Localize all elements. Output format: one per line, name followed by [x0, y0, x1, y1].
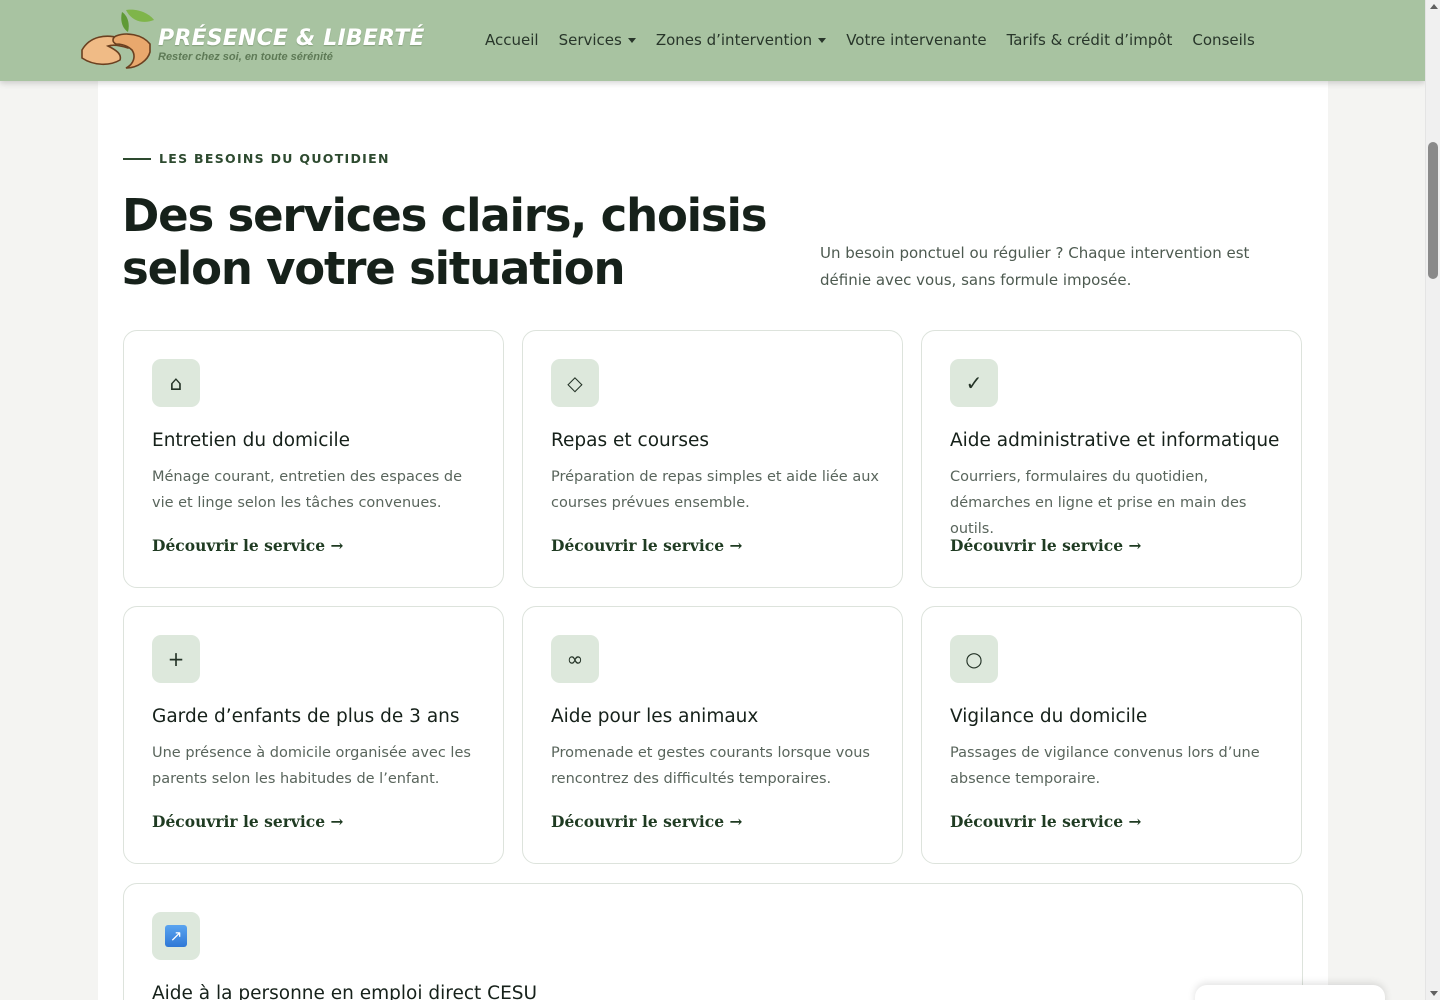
service-card-administrative[interactable]: ✓ Aide administrative et informatique Co…	[921, 330, 1302, 588]
infinity-icon: ∞	[551, 635, 599, 683]
card-description: Courriers, formulaires du quotidien, dém…	[950, 469, 1247, 537]
nav-tarifs[interactable]: Tarifs & crédit d’impôt	[1007, 31, 1173, 49]
nav-label: Votre intervenante	[846, 31, 987, 49]
circle-icon: ○	[950, 635, 998, 683]
service-card-garde-enfants[interactable]: + Garde d’enfants de plus de 3 ans Une p…	[123, 606, 504, 864]
eyebrow-divider	[123, 157, 151, 160]
service-card-animaux[interactable]: ∞ Aide pour les animaux Promenade et ges…	[522, 606, 903, 864]
plus-icon: +	[152, 635, 200, 683]
service-card-cesu[interactable]: ↗ Aide à la personne en emploi direct CE…	[123, 883, 1303, 1000]
diamond-icon: ◇	[551, 359, 599, 407]
discover-service-link[interactable]: Découvrir le service →	[152, 812, 343, 831]
nav-services[interactable]: Services	[559, 31, 636, 49]
card-description: Ménage courant, entretien des espaces de…	[152, 469, 463, 511]
card-description: Une présence à domicile organisée avec l…	[152, 745, 471, 787]
service-card-entretien[interactable]: ⌂ Entretien du domicile Ménage courant, …	[123, 330, 504, 588]
section-intro: Un besoin ponctuel ou régulier ? Chaque …	[820, 244, 1250, 289]
nav-label: Zones d’intervention	[655, 31, 813, 49]
chat-widget[interactable]	[1195, 985, 1385, 1000]
nav-accueil[interactable]: Accueil	[485, 31, 539, 49]
card-title: Aide administrative et informatique	[950, 430, 1280, 451]
card-title: Garde d’enfants de plus de 3 ans	[152, 706, 460, 727]
section-eyebrow: LES BESOINS DU QUOTIDIEN	[123, 151, 390, 166]
logo-title: PRÉSENCE & LIBERTÉ	[158, 26, 425, 51]
nav-zones-intervention[interactable]: Zones d’intervention	[655, 31, 827, 49]
check-icon: ✓	[950, 359, 998, 407]
card-description: Préparation de repas simples et aide lié…	[551, 469, 879, 511]
nav-votre-intervenante[interactable]: Votre intervenante	[846, 31, 986, 49]
discover-service-link[interactable]: Découvrir le service →	[950, 812, 1141, 831]
card-description: Passages de vigilance convenus lors d’un…	[950, 745, 1260, 787]
logo[interactable]: PRÉSENCE & LIBERTÉ Rester chez soi, en t…	[76, 6, 424, 72]
nav-conseils[interactable]: Conseils	[1192, 31, 1254, 49]
caret-down-icon	[818, 37, 827, 43]
card-title: Repas et courses	[551, 430, 709, 451]
icon-tile: ↗	[152, 912, 200, 960]
hands-leaf-logo-icon	[81, 9, 154, 69]
card-title: Aide à la personne en emploi direct CESU	[152, 983, 538, 1000]
discover-service-link[interactable]: Découvrir le service →	[950, 536, 1141, 555]
scroll-up-arrow-icon[interactable]	[1430, 4, 1438, 9]
nav-label: Conseils	[1192, 31, 1255, 49]
main-nav: Accueil Services Zones d’intervention Vo…	[485, 30, 1275, 50]
nav-label: Accueil	[485, 31, 539, 49]
discover-service-link[interactable]: Découvrir le service →	[152, 536, 343, 555]
site-header: PRÉSENCE & LIBERTÉ Rester chez soi, en t…	[0, 0, 1425, 81]
discover-service-link[interactable]: Découvrir le service →	[551, 536, 742, 555]
service-card-vigilance[interactable]: ○ Vigilance du domicile Passages de vigi…	[921, 606, 1302, 864]
card-title: Vigilance du domicile	[950, 706, 1148, 727]
home-icon: ⌂	[152, 359, 200, 407]
discover-service-link[interactable]: Découvrir le service →	[551, 812, 742, 831]
page-scrollbar[interactable]	[1425, 0, 1440, 1000]
nav-label: Services	[558, 31, 622, 49]
logo-tagline: Rester chez soi, en toute sérénité	[158, 51, 333, 63]
service-card-repas[interactable]: ◇ Repas et courses Préparation de repas …	[522, 330, 903, 588]
nav-label: Tarifs & crédit d’impôt	[1006, 31, 1173, 49]
services-section: LES BESOINS DU QUOTIDIEN Des services cl…	[98, 81, 1328, 1000]
eyebrow-text: LES BESOINS DU QUOTIDIEN	[159, 151, 390, 166]
section-heading: Des services clairs, choisis selon votre…	[122, 189, 768, 295]
caret-down-icon	[627, 37, 636, 43]
card-description: Promenade et gestes courants lorsque vou…	[551, 745, 870, 787]
scroll-down-arrow-icon[interactable]	[1430, 991, 1438, 996]
arrow-up-right-icon: ↗	[165, 925, 187, 947]
card-title: Aide pour les animaux	[551, 706, 759, 727]
scrollbar-thumb[interactable]	[1428, 142, 1438, 279]
card-title: Entretien du domicile	[152, 430, 351, 451]
